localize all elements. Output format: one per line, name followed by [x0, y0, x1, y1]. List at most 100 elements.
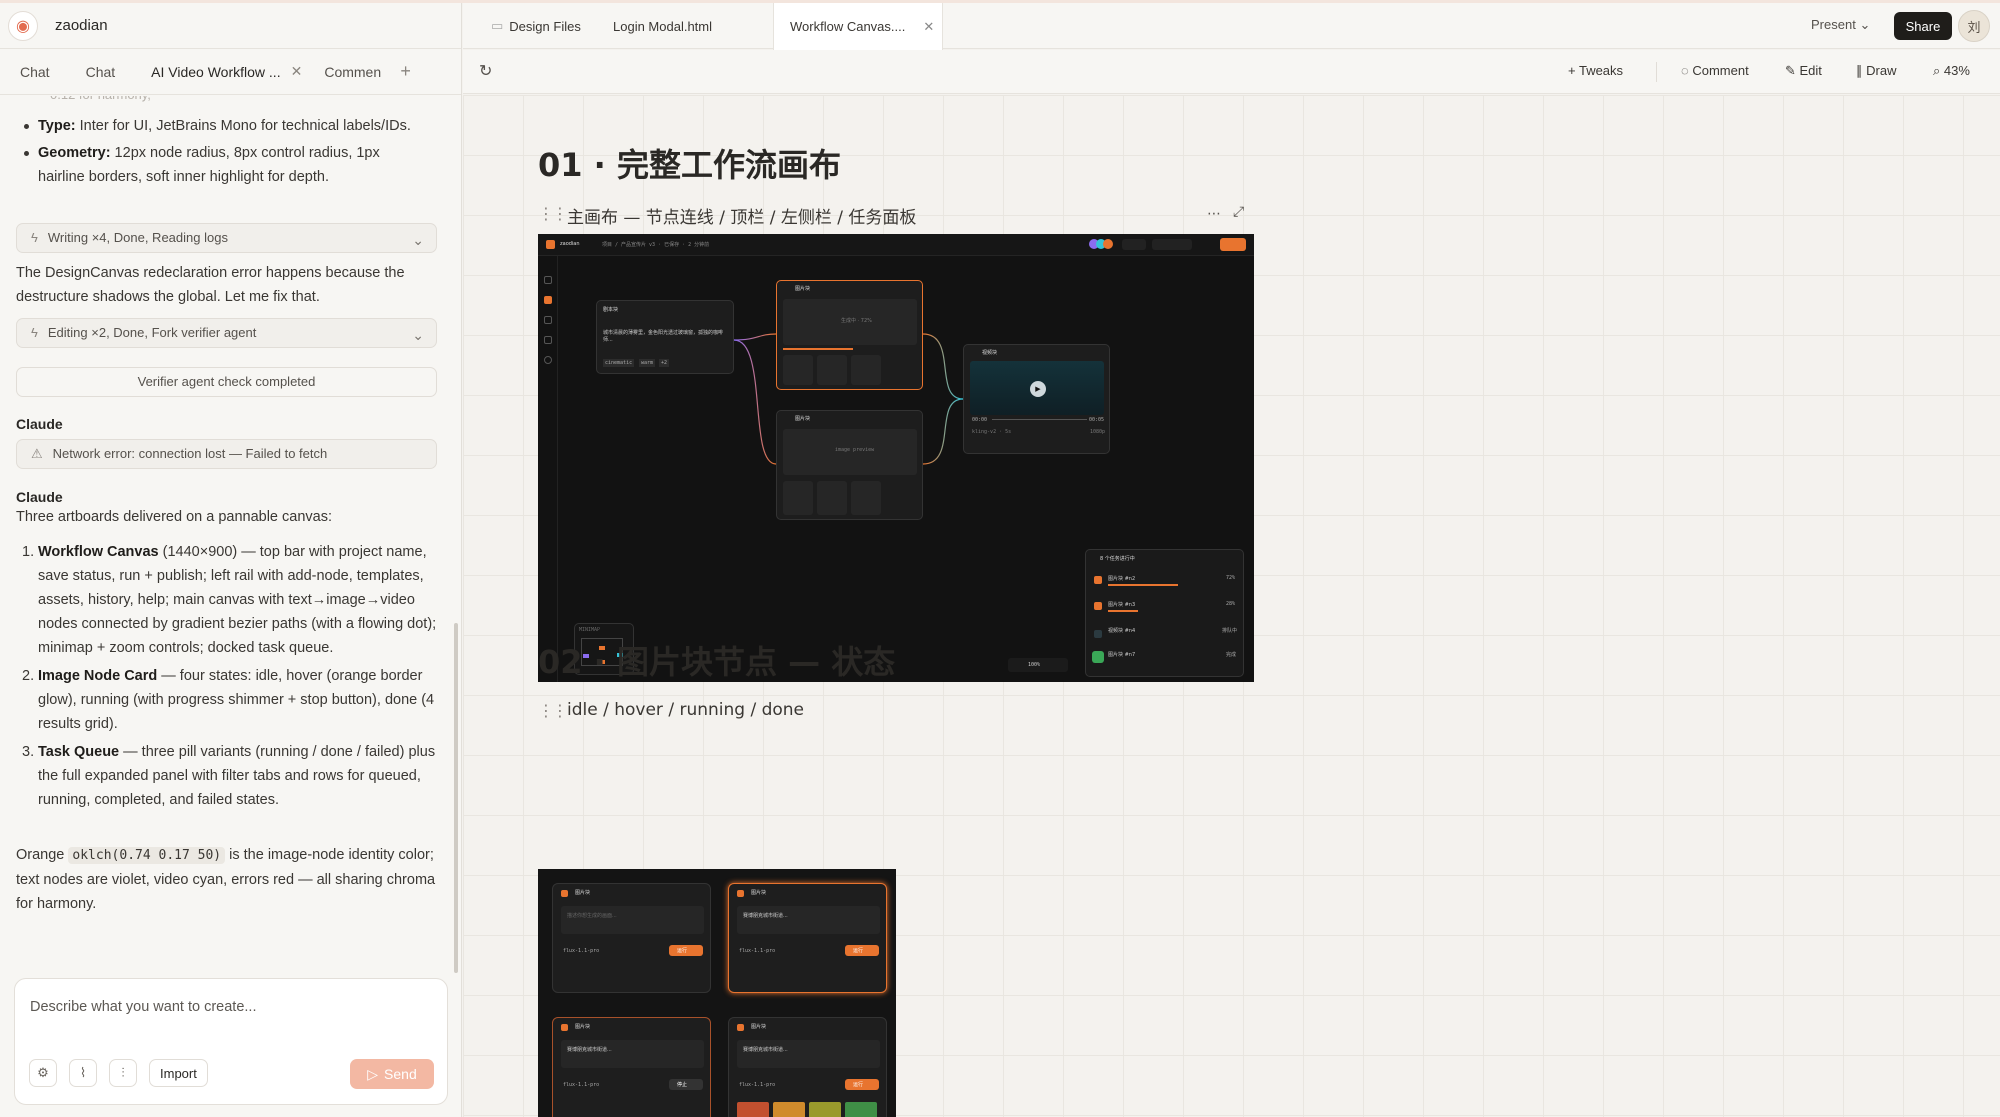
item-label: Image Node Card: [38, 668, 158, 684]
result-thumb[interactable]: [845, 1102, 877, 1117]
attach-icon[interactable]: ⌇: [69, 1059, 97, 1087]
comment-label: Comment: [1692, 63, 1749, 78]
share-button[interactable]: Share: [1894, 12, 1952, 40]
message-composer[interactable]: Describe what you want to create... ⚙ ⌇ …: [14, 978, 448, 1105]
closing-text: Orange: [16, 847, 69, 863]
bullet-label: Geometry:: [38, 145, 111, 161]
drag-handle-icon[interactable]: ⋮⋮: [538, 204, 568, 224]
prompt-field[interactable]: 赛博朋克城市街道...: [737, 906, 880, 934]
card-title: 图片块: [575, 890, 591, 896]
speaker-label: Claude: [16, 416, 63, 432]
warning-icon: ⚠: [31, 446, 43, 461]
run-label: 运行: [677, 948, 688, 954]
drag-handle-icon[interactable]: ⋮⋮: [538, 701, 568, 721]
image-card-done[interactable]: 图片块 赛博朋克城市街道... flux-1.1-pro 运行: [728, 1017, 887, 1117]
tool-icon: ϟ: [31, 325, 38, 340]
reload-icon[interactable]: ↻: [479, 61, 492, 81]
palette-icon[interactable]: ◉: [8, 10, 38, 41]
tab-design-files[interactable]: ▭ Design Files: [491, 3, 581, 49]
tab-login-modal[interactable]: Login Modal.html: [613, 3, 712, 49]
run-button[interactable]: 运行: [845, 945, 879, 956]
avatar[interactable]: 刘: [1958, 10, 1990, 42]
play-icon[interactable]: ▶: [1030, 381, 1046, 397]
present-label: Present: [1811, 17, 1856, 32]
thumb: [817, 355, 847, 385]
result-thumb[interactable]: [773, 1102, 805, 1117]
artboard-workflow-canvas[interactable]: zaodian 项目 / 产品宣传片 v3 · 已保存 · 2 分钟前 剧本块 …: [538, 234, 1254, 682]
status-text: 生成中 · 72%: [841, 318, 872, 324]
close-tab-icon[interactable]: ✕: [291, 63, 303, 80]
close-tab-icon[interactable]: ✕: [923, 19, 934, 35]
assistant-message: The DesignCanvas redeclaration error hap…: [16, 265, 405, 305]
verifier-status: Verifier agent check completed: [16, 367, 437, 397]
image-node-idle[interactable]: 图片块 image preview: [776, 410, 923, 520]
video-node[interactable]: 视频块 ▶ 00:00 00:05 kling-v2 · 5s 1080p: [963, 344, 1110, 454]
task-status: 完成: [1226, 652, 1237, 658]
tweaks-button[interactable]: + Tweaks: [1568, 63, 1623, 78]
prompt-text: 赛博朋克城市街道...: [743, 1047, 788, 1053]
tab-ai-video-workflow[interactable]: AI Video Workflow ...: [151, 64, 280, 80]
draw-label: Draw: [1866, 63, 1897, 78]
task-queue-panel[interactable]: 8 个任务进行中 图片块 #n2 72% 图片块 #n3 28% 视频块 #n4…: [1085, 549, 1244, 677]
draw-button[interactable]: ∥ Draw: [1856, 63, 1896, 79]
image-card-running[interactable]: 图片块 赛博朋克城市街道... flux-1.1-pro 停止: [552, 1017, 711, 1117]
text-node[interactable]: 剧本块 城市清晨的薄雾里，金色阳光透过玻璃窗，孤独的咖啡师... cinemat…: [596, 300, 734, 374]
check-icon: [1092, 651, 1104, 663]
settings-icon[interactable]: ⚙: [29, 1059, 57, 1087]
artboard-image-node-states[interactable]: 图片块 描述你想生成的画面... flux-1.1-pro 运行 图片块 赛博朋…: [538, 869, 896, 1117]
tool-activity-pill[interactable]: ϟ Writing ×4, Done, Reading logs ⌄: [16, 223, 437, 253]
prompt-field[interactable]: 赛博朋克城市街道...: [737, 1040, 880, 1068]
stop-button[interactable]: 停止: [669, 1079, 703, 1090]
composer-placeholder[interactable]: Describe what you want to create...: [30, 999, 256, 1015]
tab-chat-2[interactable]: Chat: [86, 64, 116, 80]
send-button[interactable]: ▷ Send: [350, 1059, 434, 1089]
result-thumb[interactable]: [737, 1102, 769, 1117]
zoom-controls[interactable]: 100%: [1008, 658, 1068, 672]
more-icon[interactable]: ⋯: [1207, 205, 1221, 222]
tab-workflow-canvas[interactable]: Workflow Canvas.... ✕: [773, 3, 943, 50]
prompt-placeholder: 描述你想生成的画面...: [567, 913, 617, 919]
edit-button[interactable]: ✎ Edit: [1785, 63, 1822, 79]
chat-scrollbar[interactable]: [454, 623, 458, 973]
image-card-idle[interactable]: 图片块 描述你想生成的画面... flux-1.1-pro 运行: [552, 883, 711, 993]
chevron-down-icon[interactable]: ⌄: [412, 323, 424, 347]
task-name: 图片块 #n7: [1108, 652, 1136, 658]
model-select[interactable]: flux-1.1-pro: [739, 948, 775, 954]
task-name: 视频块 #n4: [1108, 628, 1136, 634]
send-icon: ▷: [367, 1065, 379, 1082]
import-button[interactable]: Import: [149, 1059, 208, 1087]
minimap-label: MINIMAP: [579, 627, 601, 633]
zoom-control[interactable]: ⌕ 43%: [1933, 63, 1970, 79]
prompt-field[interactable]: 描述你想生成的画面...: [561, 906, 704, 934]
model-select[interactable]: flux-1.1-pro: [739, 1082, 775, 1088]
thumb: [817, 481, 847, 515]
tab-comments[interactable]: Commen: [324, 64, 386, 80]
video-scrubber[interactable]: [992, 419, 1087, 420]
tab-chat-1[interactable]: Chat: [20, 64, 50, 80]
card-title: 图片块: [751, 1024, 767, 1030]
file-icon: ▭: [491, 18, 504, 33]
model-select[interactable]: flux-1.1-pro: [563, 1082, 599, 1088]
model-select[interactable]: flux-1.1-pro: [563, 948, 599, 954]
section-title: 02 · 图片块节点 — 状态: [538, 643, 896, 681]
pencil-icon: ✎: [1785, 63, 1800, 78]
clipped-text: 0.12 for harmony,: [50, 96, 151, 107]
tweaks-label: Tweaks: [1578, 63, 1624, 78]
brush-icon: ∥: [1856, 63, 1867, 78]
present-button[interactable]: Present ⌄: [1811, 17, 1870, 33]
comment-button[interactable]: ◌ Comment: [1681, 63, 1749, 78]
image-node-running[interactable]: 图片块 生成中 · 72%: [776, 280, 923, 390]
run-button[interactable]: 运行: [669, 945, 703, 956]
design-canvas[interactable]: 01 · 完整工作流画布 ⋮⋮ 主画布 — 节点连线 / 顶栏 / 左侧栏 / …: [463, 95, 2000, 1117]
add-tab-icon[interactable]: +: [400, 61, 411, 82]
prompt-field[interactable]: 赛博朋克城市街道...: [561, 1040, 704, 1068]
tool-activity-pill[interactable]: ϟ Editing ×2, Done, Fork verifier agent …: [16, 318, 437, 348]
run-button[interactable]: 运行: [845, 1079, 879, 1090]
chevron-down-icon[interactable]: ⌄: [412, 228, 424, 252]
project-name[interactable]: zaodian: [55, 17, 108, 34]
audio-icon[interactable]: ⫶: [109, 1059, 137, 1087]
task-progress-bar: [1108, 584, 1178, 586]
image-card-hover[interactable]: 图片块 赛博朋克城市街道... flux-1.1-pro 运行: [728, 883, 887, 993]
result-thumb[interactable]: [809, 1102, 841, 1117]
expand-icon[interactable]: ⤢: [1233, 203, 1244, 220]
